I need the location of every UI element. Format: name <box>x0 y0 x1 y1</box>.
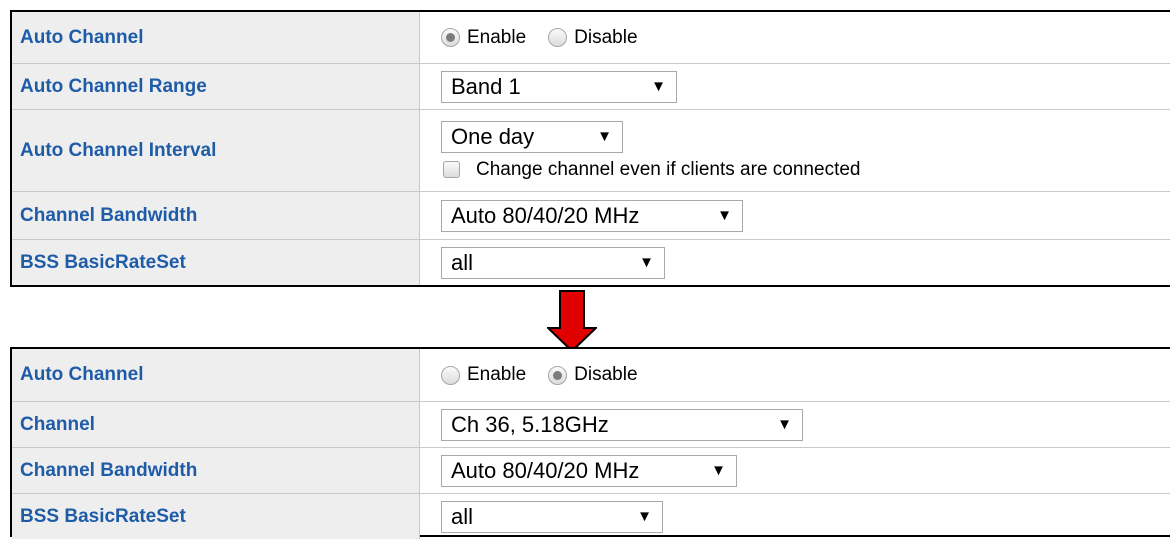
bss-basic-rate-set-select[interactable]: all ▼ <box>441 500 663 533</box>
bss-basic-rate-set-label: BSS BasicRateSet <box>12 240 420 285</box>
chevron-down-icon: ▼ <box>597 128 612 145</box>
chevron-down-icon: ▼ <box>717 207 732 224</box>
auto-channel-interval-row: Auto Channel Interval One day ▼ Change c… <box>12 110 1170 192</box>
bss-basic-rate-set-row: BSS BasicRateSet all ▼ <box>12 494 1170 539</box>
settings-panel-before: Auto Channel Enable Disable Auto Channel… <box>10 10 1170 287</box>
bss-basic-rate-set-label: BSS BasicRateSet <box>12 494 420 539</box>
channel-bandwidth-label: Channel Bandwidth <box>12 448 420 493</box>
auto-channel-row: Auto Channel Enable Disable <box>12 12 1170 64</box>
change-channel-checkbox[interactable] <box>443 161 460 178</box>
auto-channel-range-select[interactable]: Band 1 ▼ <box>441 70 677 103</box>
channel-bandwidth-row: Channel Bandwidth Auto 80/40/20 MHz ▼ <box>12 192 1170 240</box>
auto-channel-radio-group: Enable Disable <box>441 364 1170 386</box>
radio-unselected-icon[interactable] <box>548 28 568 47</box>
auto-channel-enable-radio[interactable]: Enable <box>441 27 526 49</box>
auto-channel-label: Auto Channel <box>12 349 420 401</box>
change-channel-option: Change channel even if clients are conne… <box>441 159 1170 181</box>
auto-channel-row: Auto Channel Enable Disable <box>12 349 1170 402</box>
chevron-down-icon: ▼ <box>651 78 666 95</box>
auto-channel-enable-radio[interactable]: Enable <box>441 364 526 386</box>
auto-channel-range-label: Auto Channel Range <box>12 64 420 109</box>
chevron-down-icon: ▼ <box>639 254 654 271</box>
chevron-down-icon: ▼ <box>777 416 792 433</box>
chevron-down-icon: ▼ <box>637 508 652 525</box>
channel-bandwidth-label: Channel Bandwidth <box>12 192 420 239</box>
channel-select[interactable]: Ch 36, 5.18GHz ▼ <box>441 408 803 441</box>
bss-basic-rate-set-select[interactable]: all ▼ <box>441 246 665 279</box>
auto-channel-interval-label: Auto Channel Interval <box>12 110 420 191</box>
radio-selected-icon[interactable] <box>441 28 460 47</box>
channel-label: Channel <box>12 402 420 447</box>
auto-channel-disable-radio[interactable]: Disable <box>548 364 638 386</box>
channel-bandwidth-row: Channel Bandwidth Auto 80/40/20 MHz ▼ <box>12 448 1170 494</box>
settings-panel-after: Auto Channel Enable Disable Channel Ch 3… <box>10 347 1170 539</box>
radio-selected-icon[interactable] <box>548 365 568 385</box>
arrow-down-icon <box>547 290 597 352</box>
bss-basic-rate-set-row: BSS BasicRateSet all ▼ <box>12 240 1170 285</box>
auto-channel-disable-radio[interactable]: Disable <box>548 27 638 49</box>
auto-channel-label: Auto Channel <box>12 12 420 63</box>
auto-channel-range-row: Auto Channel Range Band 1 ▼ <box>12 64 1170 110</box>
chevron-down-icon: ▼ <box>711 462 726 479</box>
auto-channel-interval-select[interactable]: One day ▼ <box>441 120 623 153</box>
channel-bandwidth-select[interactable]: Auto 80/40/20 MHz ▼ <box>441 199 743 232</box>
auto-channel-radio-group: Enable Disable <box>441 27 1170 49</box>
radio-unselected-icon[interactable] <box>441 365 460 385</box>
channel-row: Channel Ch 36, 5.18GHz ▼ <box>12 402 1170 448</box>
channel-bandwidth-select[interactable]: Auto 80/40/20 MHz ▼ <box>441 454 737 487</box>
